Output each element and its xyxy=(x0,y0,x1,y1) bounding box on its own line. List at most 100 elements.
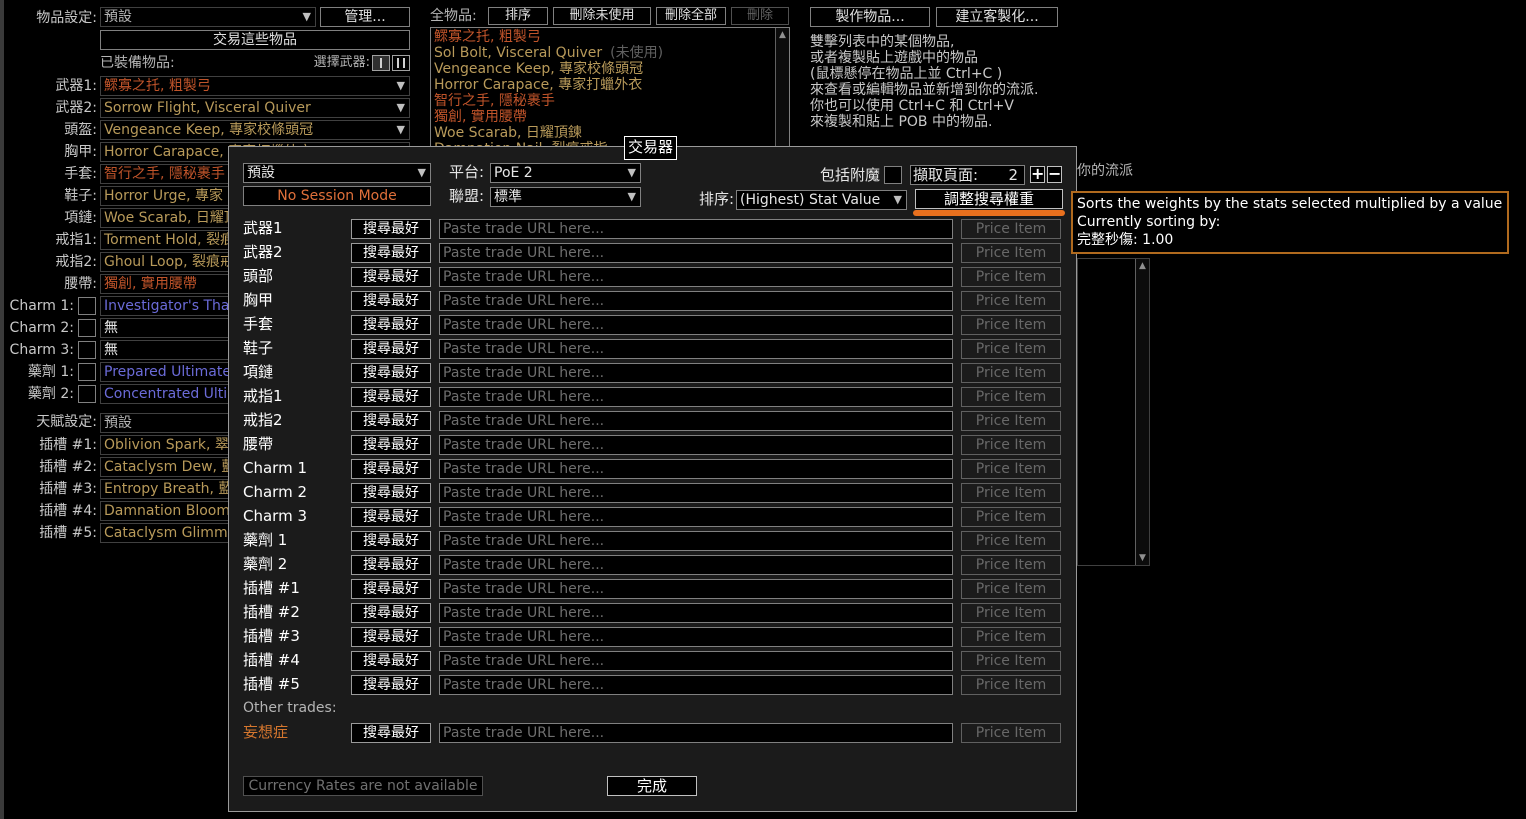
trade-url-input[interactable]: Paste trade URL here... xyxy=(439,219,953,239)
all-items-list[interactable]: 鰥寡之托, 粗製弓 Sol Bolt, Visceral Quiver (未使用) V… xyxy=(430,27,790,149)
slot-dropdown[interactable]: Investigator's Tha xyxy=(100,296,230,316)
trade-url-input[interactable]: Paste trade URL here... xyxy=(439,411,953,431)
slot-checkbox[interactable] xyxy=(78,319,96,337)
items-scrollbar[interactable]: ▲ xyxy=(775,28,789,148)
trade-url-input[interactable]: Paste trade URL here... xyxy=(439,363,953,383)
slot-dropdown[interactable]: 鰥寡之托, 粗製弓 ▼ xyxy=(100,76,410,96)
price-item-button[interactable]: Price Item xyxy=(961,507,1061,527)
trade-url-input[interactable]: Paste trade URL here... xyxy=(439,339,953,359)
scroll-up-icon[interactable]: ▲ xyxy=(779,30,786,40)
price-item-button[interactable]: Price Item xyxy=(961,555,1061,575)
search-best-button[interactable]: 搜尋最好 xyxy=(351,603,431,623)
search-best-button[interactable]: 搜尋最好 xyxy=(351,627,431,647)
trade-url-input[interactable]: Paste trade URL here... xyxy=(439,555,953,575)
price-item-button[interactable]: Price Item xyxy=(961,459,1061,479)
search-best-button[interactable]: 搜尋最好 xyxy=(351,579,431,599)
search-best-button[interactable]: 搜尋最好 xyxy=(351,507,431,527)
search-best-button[interactable]: 搜尋最好 xyxy=(351,459,431,479)
include-enchant-checkbox[interactable] xyxy=(884,166,902,184)
trade-url-input[interactable]: Paste trade URL here... xyxy=(439,507,953,527)
slot-dropdown[interactable]: Prepared Ultimate xyxy=(100,362,230,382)
trade-url-input[interactable]: Paste trade URL here... xyxy=(439,483,953,503)
no-session-mode-button[interactable]: No Session Mode xyxy=(243,186,431,206)
item-set-dropdown[interactable]: 預設 ▼ xyxy=(100,7,316,27)
slot-dropdown[interactable]: Concentrated Ulti xyxy=(100,384,230,404)
trade-url-input[interactable]: Paste trade URL here... xyxy=(439,243,953,263)
other-trade-url-input[interactable]: Paste trade URL here... xyxy=(439,723,953,743)
manage-button[interactable]: 管理... xyxy=(320,7,410,27)
craft-item-button[interactable]: 製作物品... xyxy=(810,7,930,27)
search-best-button[interactable]: 搜尋最好 xyxy=(351,531,431,551)
search-best-button[interactable]: 搜尋最好 xyxy=(351,291,431,311)
list-item[interactable]: Vengeance Keep, 專家校條頭冠 xyxy=(434,61,643,77)
trade-url-input[interactable]: Paste trade URL here... xyxy=(439,603,953,623)
list-item[interactable]: 鰥寡之托, 粗製弓 xyxy=(434,29,541,45)
trade-url-input[interactable]: Paste trade URL here... xyxy=(439,291,953,311)
other-price-item-button[interactable]: Price Item xyxy=(961,723,1061,743)
slot-dropdown[interactable]: 無 xyxy=(100,340,230,360)
search-best-button[interactable]: 搜尋最好 xyxy=(351,651,431,671)
delete-all-button[interactable]: 刪除全部 xyxy=(656,7,726,25)
slot-dropdown[interactable]: Cataclysm Glimme xyxy=(100,523,230,543)
price-item-button[interactable]: Price Item xyxy=(961,219,1061,239)
slot-dropdown[interactable]: Sorrow Flight, Visceral Quiver ▼ xyxy=(100,98,410,118)
search-best-button[interactable]: 搜尋最好 xyxy=(351,219,431,239)
search-best-button[interactable]: 搜尋最好 xyxy=(351,243,431,263)
search-best-button[interactable]: 搜尋最好 xyxy=(351,411,431,431)
sort-dropdown[interactable]: (Highest) Stat Value ▼ xyxy=(736,190,907,210)
sort-items-button[interactable]: 排序 xyxy=(488,7,548,25)
slot-checkbox[interactable] xyxy=(78,385,96,403)
trade-url-input[interactable]: Paste trade URL here... xyxy=(439,315,953,335)
fetch-pages-field[interactable]: 擷取頁面: 2 xyxy=(910,165,1025,185)
weapon-set-2-icon[interactable] xyxy=(392,55,410,71)
price-item-button[interactable]: Price Item xyxy=(961,483,1061,503)
build-item-list[interactable]: ▲ ▼ xyxy=(1077,258,1150,566)
delete-button[interactable]: 刪除 xyxy=(731,7,789,25)
price-item-button[interactable]: Price Item xyxy=(961,579,1061,599)
slot-dropdown[interactable]: Entropy Breath, 藍 xyxy=(100,479,230,499)
slot-dropdown[interactable]: Oblivion Spark, 翠 xyxy=(100,435,230,455)
build-list-scrollbar[interactable]: ▲ ▼ xyxy=(1135,259,1149,565)
price-item-button[interactable]: Price Item xyxy=(961,267,1061,287)
price-item-button[interactable]: Price Item xyxy=(961,627,1061,647)
price-item-button[interactable]: Price Item xyxy=(961,435,1061,455)
price-item-button[interactable]: Price Item xyxy=(961,675,1061,695)
search-best-button[interactable]: 搜尋最好 xyxy=(351,339,431,359)
price-item-button[interactable]: Price Item xyxy=(961,651,1061,671)
price-item-button[interactable]: Price Item xyxy=(961,315,1061,335)
search-best-button[interactable]: 搜尋最好 xyxy=(351,483,431,503)
league-dropdown[interactable]: 標準 ▼ xyxy=(490,187,641,207)
trade-url-input[interactable]: Paste trade URL here... xyxy=(439,531,953,551)
list-item[interactable]: 智行之手, 隱秘裹手 xyxy=(434,93,555,109)
search-best-button[interactable]: 搜尋最好 xyxy=(351,387,431,407)
search-best-button[interactable]: 搜尋最好 xyxy=(351,315,431,335)
price-item-button[interactable]: Price Item xyxy=(961,363,1061,383)
preset-dropdown[interactable]: 預設 ▼ xyxy=(243,163,431,183)
price-item-button[interactable]: Price Item xyxy=(961,411,1061,431)
slot-checkbox[interactable] xyxy=(78,363,96,381)
price-item-button[interactable]: Price Item xyxy=(961,603,1061,623)
slot-dropdown[interactable]: Cataclysm Dew, 藍 xyxy=(100,457,230,477)
other-search-best-button[interactable]: 搜尋最好 xyxy=(351,723,431,743)
search-best-button[interactable]: 搜尋最好 xyxy=(351,555,431,575)
trade-url-input[interactable]: Paste trade URL here... xyxy=(439,627,953,647)
scroll-down-icon[interactable]: ▼ xyxy=(1139,553,1146,563)
slot-checkbox[interactable] xyxy=(78,297,96,315)
slot-checkbox[interactable] xyxy=(78,341,96,359)
list-item[interactable]: Sol Bolt, Visceral Quiver (未使用) xyxy=(434,45,663,61)
create-custom-button[interactable]: 建立客製化... xyxy=(936,7,1058,27)
trade-url-input[interactable]: Paste trade URL here... xyxy=(439,387,953,407)
search-best-button[interactable]: 搜尋最好 xyxy=(351,363,431,383)
price-item-button[interactable]: Price Item xyxy=(961,387,1061,407)
tree-set-dropdown[interactable]: 預設 xyxy=(100,413,230,433)
search-best-button[interactable]: 搜尋最好 xyxy=(351,435,431,455)
list-item[interactable]: 獨創, 實用腰帶 xyxy=(434,109,527,125)
scroll-up-icon[interactable]: ▲ xyxy=(1139,261,1146,271)
price-item-button[interactable]: Price Item xyxy=(961,339,1061,359)
list-item[interactable]: Woe Scarab, 日耀頂鍊 xyxy=(434,125,582,141)
price-item-button[interactable]: Price Item xyxy=(961,243,1061,263)
weapon-set-1-icon[interactable] xyxy=(372,55,390,71)
search-best-button[interactable]: 搜尋最好 xyxy=(351,267,431,287)
trade-url-input[interactable]: Paste trade URL here... xyxy=(439,651,953,671)
slot-dropdown[interactable]: Damnation Bloom xyxy=(100,501,230,521)
